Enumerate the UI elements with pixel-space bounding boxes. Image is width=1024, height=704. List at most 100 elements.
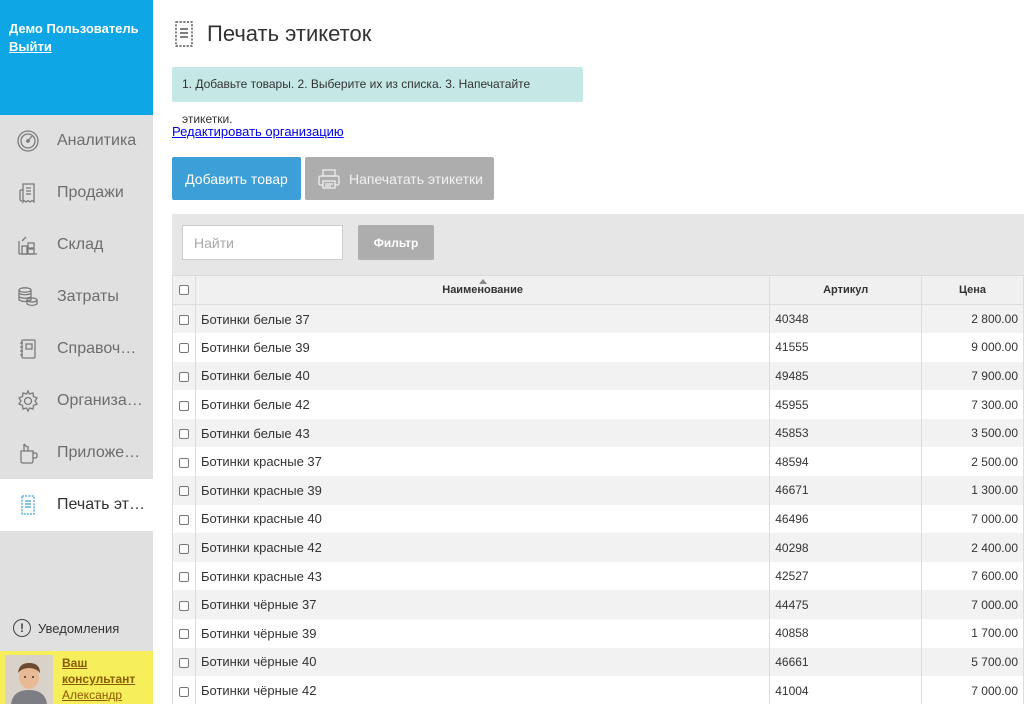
column-header-price[interactable]: Цена: [921, 275, 1024, 305]
consultant-text: Ваш консультант Александр: [62, 655, 135, 704]
sidebar-item-expenses[interactable]: Затраты: [0, 271, 153, 323]
user-name: Демо Пользователь: [9, 21, 139, 36]
product-article: 45853: [769, 418, 923, 448]
row-checkbox[interactable]: [178, 372, 189, 383]
row-checkbox[interactable]: [178, 629, 189, 640]
row-checkbox[interactable]: [178, 515, 189, 526]
product-price: 7 000.00: [921, 676, 1024, 704]
table-row[interactable]: Ботинки чёрные 37 44475 7 000.00: [172, 590, 1024, 620]
receipt-icon: [16, 181, 40, 205]
product-price: 7 000.00: [921, 590, 1024, 620]
sidebar-item-label: Аналитика: [57, 132, 137, 149]
label-print-icon: [16, 493, 40, 517]
table-header-row: Наименование Артикул Цена: [172, 275, 1024, 305]
product-article: 41555: [769, 333, 923, 362]
table-row[interactable]: Ботинки красные 37 48594 2 500.00: [172, 447, 1024, 477]
product-name: Ботинки красные 37: [194, 447, 771, 477]
main-content: Печать этикеток 1. Добавьте товары. 2. В…: [153, 0, 1024, 704]
product-article: 44475: [769, 590, 923, 620]
sidebar-item-sales[interactable]: Продажи: [0, 167, 153, 219]
filter-button[interactable]: Фильтр: [358, 225, 434, 260]
coins-icon: [16, 285, 40, 309]
table-row[interactable]: Ботинки красные 42 40298 2 400.00: [172, 533, 1024, 562]
product-price: 2 800.00: [921, 304, 1024, 334]
table-row[interactable]: Ботинки белые 43 45853 3 500.00: [172, 418, 1024, 448]
product-article: 46496: [769, 504, 923, 534]
table-row[interactable]: Ботинки чёрные 39 40858 1 700.00: [172, 619, 1024, 648]
table-row[interactable]: Ботинки чёрные 40 46661 5 700.00: [172, 647, 1024, 677]
table-row[interactable]: Ботинки красные 40 46496 7 000.00: [172, 504, 1024, 534]
print-labels-button[interactable]: Напечатать этикетки: [305, 157, 494, 200]
product-price: 2 400.00: [921, 533, 1024, 562]
sidebar-item-label: Продажи: [57, 184, 124, 201]
filter-bar: Фильтр: [172, 214, 1024, 275]
user-block: Демо Пользователь Выйти: [0, 0, 153, 115]
table-row[interactable]: Ботинки белые 40 49485 7 900.00: [172, 361, 1024, 391]
consultant-card[interactable]: Ваш консультант Александр: [0, 651, 153, 704]
product-price: 7 300.00: [921, 390, 1024, 419]
product-article: 46661: [769, 647, 923, 677]
product-price: 9 000.00: [921, 333, 1024, 362]
sidebar-item-apps[interactable]: Приложения: [0, 427, 153, 479]
column-header-name[interactable]: Наименование: [194, 275, 771, 305]
table-row[interactable]: Ботинки красные 39 46671 1 300.00: [172, 476, 1024, 505]
product-price: 7 000.00: [921, 504, 1024, 534]
consultant-line1: Ваш: [62, 656, 88, 670]
product-price: 1 300.00: [921, 476, 1024, 505]
notifications-label: Уведомления: [38, 620, 120, 636]
add-product-button[interactable]: Добавить товар: [172, 157, 301, 200]
table-row[interactable]: Ботинки белые 39 41555 9 000.00: [172, 333, 1024, 362]
sidebar: Демо Пользователь Выйти Аналитика Продаж…: [0, 0, 153, 704]
select-all-checkbox[interactable]: [178, 285, 189, 296]
printer-icon: [317, 168, 341, 190]
sidebar-item-directories[interactable]: Справочники: [0, 323, 153, 375]
row-checkbox[interactable]: [178, 315, 189, 326]
instruction-hint: 1. Добавьте товары. 2. Выберите их из сп…: [172, 67, 583, 126]
row-checkbox[interactable]: [178, 343, 189, 354]
column-header-label: Наименование: [442, 284, 523, 296]
notifications-item[interactable]: ! Уведомления: [0, 612, 153, 644]
product-price: 3 500.00: [921, 418, 1024, 448]
row-checkbox[interactable]: [178, 543, 189, 554]
table-row[interactable]: Ботинки белые 37 40348 2 800.00: [172, 304, 1024, 334]
row-select-cell: [172, 676, 196, 704]
row-checkbox[interactable]: [178, 600, 189, 611]
edit-organization-link[interactable]: Редактировать организацию: [172, 124, 344, 139]
consultant-line2: консультант: [62, 672, 136, 686]
product-name: Ботинки белые 43: [194, 418, 771, 448]
label-print-icon: [173, 20, 195, 48]
alert-icon: !: [13, 619, 31, 637]
sidebar-item-analytics[interactable]: Аналитика: [0, 115, 153, 167]
row-checkbox[interactable]: [178, 657, 189, 668]
row-checkbox[interactable]: [178, 429, 189, 440]
row-checkbox[interactable]: [178, 400, 189, 411]
table-row[interactable]: Ботинки белые 42 45955 7 300.00: [172, 390, 1024, 419]
column-header-article[interactable]: Артикул: [769, 275, 923, 305]
consultant-name: Александр: [62, 688, 123, 702]
row-select-cell: [172, 390, 196, 419]
product-article: 40858: [769, 619, 923, 648]
sidebar-item-label: Затраты: [57, 288, 119, 305]
sidebar-item-label-print[interactable]: Печать этикеток: [0, 479, 153, 531]
table-row[interactable]: Ботинки чёрные 42 41004 7 000.00: [172, 676, 1024, 704]
sidebar-item-label: Организация: [57, 392, 145, 409]
product-name: Ботинки чёрные 42: [194, 676, 771, 704]
print-labels-label: Напечатать этикетки: [349, 170, 483, 187]
page-title: Печать этикеток: [207, 21, 372, 46]
sidebar-item-organization[interactable]: Организация: [0, 375, 153, 427]
product-name: Ботинки белые 40: [194, 361, 771, 391]
row-checkbox[interactable]: [178, 486, 189, 497]
table-row[interactable]: Ботинки красные 43 42527 7 600.00: [172, 561, 1024, 591]
row-select-cell: [172, 361, 196, 391]
logout-link[interactable]: Выйти: [9, 37, 52, 57]
search-input[interactable]: [182, 225, 343, 260]
product-price: 2 500.00: [921, 447, 1024, 477]
row-select-cell: [172, 619, 196, 648]
product-article: 45955: [769, 390, 923, 419]
sidebar-item-warehouse[interactable]: Склад: [0, 219, 153, 271]
product-article: 41004: [769, 676, 923, 704]
row-checkbox[interactable]: [178, 572, 189, 583]
row-checkbox[interactable]: [178, 457, 189, 468]
row-select-cell: [172, 647, 196, 677]
row-checkbox[interactable]: [178, 686, 189, 697]
